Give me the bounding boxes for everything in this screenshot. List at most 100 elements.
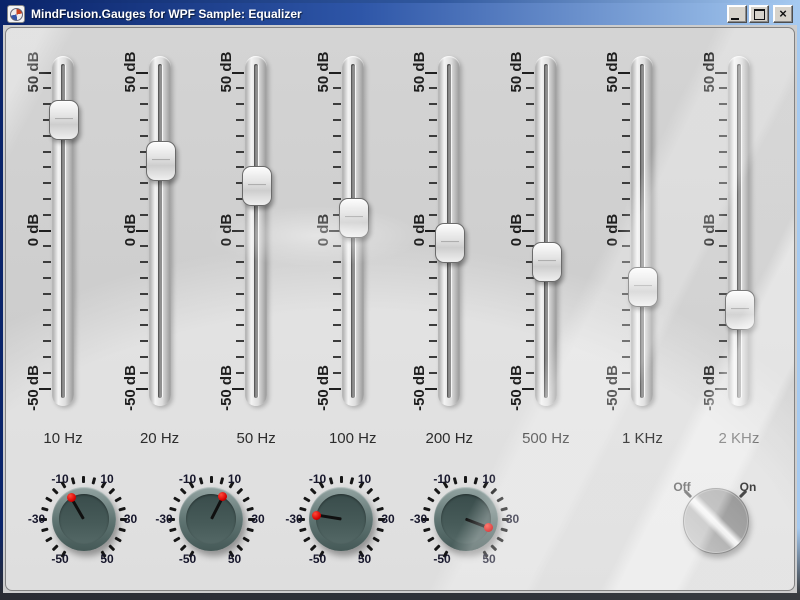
- scale-tick: [429, 324, 437, 326]
- knob-body[interactable]: [52, 487, 116, 551]
- scale-tick: [719, 340, 727, 342]
- knob-scale-tick: [434, 544, 441, 551]
- knob-scale-tick: [219, 477, 224, 485]
- scale-tick: [719, 245, 727, 247]
- knob-4: -50-30-10103050: [406, 459, 526, 579]
- scale-tick: [232, 388, 244, 390]
- scale-tick: [715, 388, 727, 390]
- slider-thumb[interactable]: [49, 100, 79, 140]
- scale-tick: [429, 214, 437, 216]
- knob-scale-tick: [434, 487, 441, 494]
- scale-tick: [715, 72, 727, 74]
- knob-scale-tick: [423, 506, 431, 511]
- knob-scale-label: -50: [51, 552, 68, 566]
- close-button[interactable]: ×: [773, 5, 793, 23]
- scale-tick: [429, 182, 437, 184]
- scale-tick: [429, 293, 437, 295]
- slider-thumb[interactable]: [435, 223, 465, 263]
- scale-tick: [236, 356, 244, 358]
- knob-scale-label: 10: [100, 472, 113, 486]
- scale-tick: [526, 198, 534, 200]
- knob-scale-tick: [246, 527, 254, 532]
- knob-scale-tick: [41, 506, 49, 511]
- scale-tick: [136, 230, 148, 232]
- scale-tick: [236, 135, 244, 137]
- knob-scale-label: 10: [228, 472, 241, 486]
- power-off-label: Off: [673, 480, 690, 494]
- scale-tick: [236, 324, 244, 326]
- maximize-button[interactable]: [749, 5, 769, 23]
- knob-scale-label: 10: [358, 472, 371, 486]
- knob-scale-tick: [490, 544, 497, 551]
- knob-2: -50-30-10103050: [151, 459, 271, 579]
- scale-tick: [333, 324, 341, 326]
- knob-scale-label: -30: [285, 512, 302, 526]
- scale-tick: [622, 340, 630, 342]
- knob-scale-label: -50: [179, 552, 196, 566]
- scale-tick: [140, 119, 148, 121]
- eq-band-2-khz: 50 dB0 dB-50 dB2 KHz: [691, 28, 787, 468]
- band-frequency-label: 1 KHz: [594, 430, 690, 447]
- knob-scale-tick: [500, 506, 508, 511]
- scale-tick: [429, 103, 437, 105]
- scale-tick: [429, 135, 437, 137]
- scale-tick: [140, 214, 148, 216]
- slider-thumb[interactable]: [725, 290, 755, 330]
- scale-tick: [236, 245, 244, 247]
- band-frequency-label: 2 KHz: [691, 430, 787, 447]
- scale-tick: [622, 166, 630, 168]
- scale-tick: [618, 72, 630, 74]
- scale-tick: [140, 245, 148, 247]
- slider-groove: [254, 64, 258, 398]
- knob-scale-label: -10: [179, 472, 196, 486]
- knob-scale-tick: [246, 506, 254, 511]
- power-knob[interactable]: [683, 488, 749, 554]
- scale-tick: [429, 198, 437, 200]
- slider-thumb[interactable]: [242, 166, 272, 206]
- scale-tick: [618, 230, 630, 232]
- knob-scale-tick: [372, 536, 380, 542]
- knob-scale-label: 50: [228, 552, 241, 566]
- scale-tick: [39, 230, 51, 232]
- knob-scale-tick: [210, 476, 213, 483]
- scale-tick: [140, 103, 148, 105]
- slider-thumb[interactable]: [628, 267, 658, 307]
- knob-scale-tick: [114, 536, 122, 542]
- scale-tick: [333, 151, 341, 153]
- knob-scale-tick: [173, 536, 181, 542]
- slider-thumb[interactable]: [339, 198, 369, 238]
- slider-thumb[interactable]: [532, 242, 562, 282]
- knob-scale-tick: [340, 476, 343, 483]
- scale-tick: [236, 372, 244, 374]
- scale-tick: [715, 230, 727, 232]
- maximize-icon: [754, 9, 765, 20]
- minimize-button[interactable]: [727, 5, 747, 23]
- scale-tick: [719, 182, 727, 184]
- knob-scale-tick: [242, 496, 250, 502]
- scale-tick: [425, 388, 437, 390]
- scale-tick: [43, 340, 51, 342]
- knob-scale-label: 50: [482, 552, 495, 566]
- app-gauge-icon: [7, 5, 25, 23]
- scale-tick: [425, 72, 437, 74]
- knob-scale-label: -10: [433, 472, 450, 486]
- band-frequency-label: 10 Hz: [15, 430, 111, 447]
- scale-tick: [622, 119, 630, 121]
- knob-scale-tick: [118, 506, 126, 511]
- scale-tick: [232, 72, 244, 74]
- scale-tick: [333, 87, 341, 89]
- scale-tick: [526, 135, 534, 137]
- eq-band-20-hz: 50 dB0 dB-50 dB20 Hz: [112, 28, 208, 468]
- app-window: MindFusion.Gauges for WPF Sample: Equali…: [0, 0, 800, 600]
- client-area: 50 dB0 dB-50 dB10 Hz50 dB0 dB-50 dB20 Hz…: [3, 25, 797, 593]
- slider-thumb[interactable]: [146, 141, 176, 181]
- scale-tick: [43, 198, 51, 200]
- scale-tick: [43, 372, 51, 374]
- scale-tick: [429, 309, 437, 311]
- scale-tick: [333, 277, 341, 279]
- scale-tick: [236, 103, 244, 105]
- title-bar: MindFusion.Gauges for WPF Sample: Equali…: [3, 3, 797, 25]
- knob-scale-tick: [236, 487, 243, 494]
- scale-tick: [43, 356, 51, 358]
- scale-tick: [522, 230, 534, 232]
